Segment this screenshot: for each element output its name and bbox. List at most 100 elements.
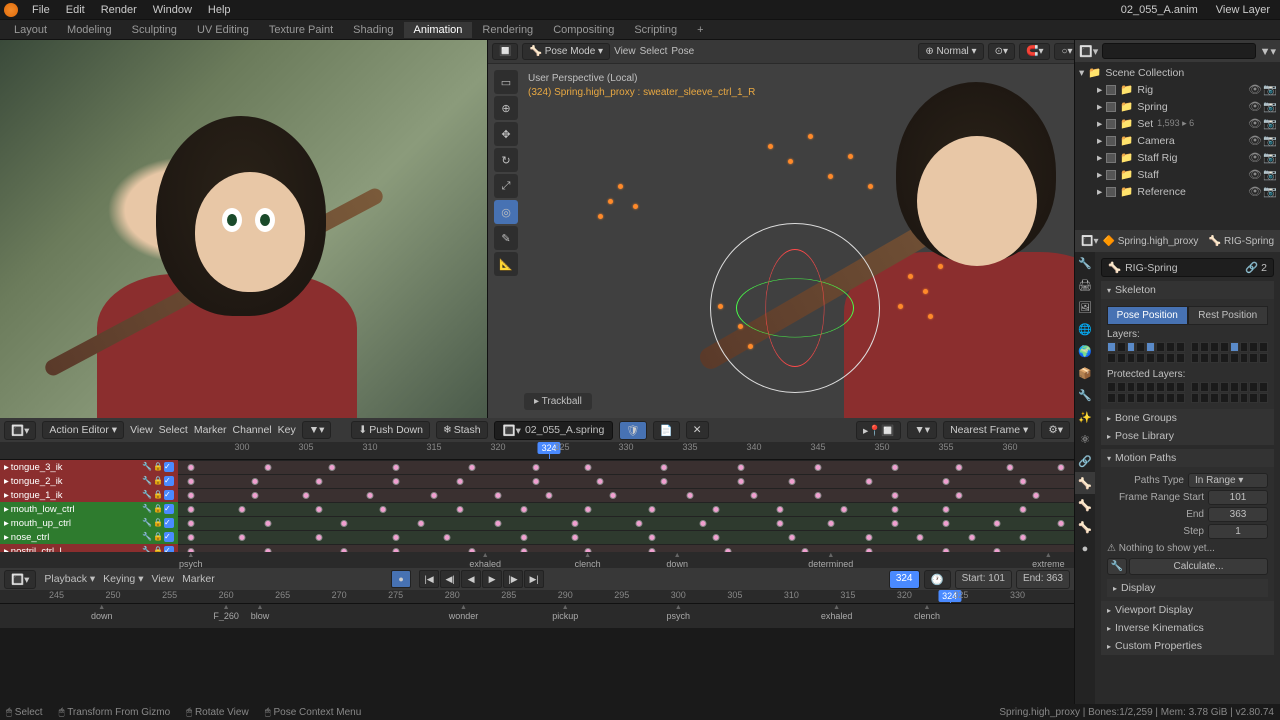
editor-type-icon[interactable]: 🔲 (492, 43, 518, 60)
panel-custom-properties[interactable]: Custom Properties (1101, 637, 1274, 655)
channel-nose_ctrl[interactable]: ▸nose_ctrl🔧🔒✓ (0, 530, 1074, 544)
channel-nostril_ctrl_L[interactable]: ▸nostril_ctrl_L🔧🔒✓ (0, 544, 1074, 552)
viewport-menu-pose[interactable]: Pose (671, 46, 694, 57)
visibility-icon[interactable]: 👁 (1248, 117, 1261, 130)
prop-tab-output-icon[interactable]: 🖨 (1075, 274, 1095, 296)
mode-selector[interactable]: 🦴 Pose Mode ▾ (522, 43, 610, 60)
timeline-marker-exhaled[interactable]: exhaled (821, 605, 853, 621)
tab-scripting[interactable]: Scripting (624, 22, 687, 38)
render-icon[interactable]: 📷 (1263, 100, 1276, 113)
keyframe-next-button[interactable]: |▶ (503, 570, 523, 588)
transform-orientation[interactable]: ⊕ Normal ▾ (918, 43, 983, 60)
visibility-icon[interactable]: 👁 (1248, 185, 1261, 198)
frame-range-start-field[interactable]: 101 (1208, 490, 1268, 505)
tab-modeling[interactable]: Modeling (57, 22, 122, 38)
dopesheet-frame-ruler[interactable]: 324 300305310315320325330335340345350355… (0, 442, 1074, 460)
action-filter-icon[interactable]: ▼▾ (302, 421, 332, 439)
jump-end-button[interactable]: ▶| (524, 570, 544, 588)
menu-window[interactable]: Window (145, 2, 200, 18)
playback-menu-keying[interactable]: Keying ▾ (103, 573, 143, 585)
prop-tab-modifiers-icon[interactable]: 🔧 (1075, 384, 1095, 406)
outliner-item-reference[interactable]: ▸📁Reference👁📷 (1075, 183, 1280, 200)
properties-data-breadcrumb[interactable]: 🦴 RIG-Spring (1209, 236, 1274, 247)
visibility-icon[interactable]: 👁 (1248, 151, 1261, 164)
panel-skeleton[interactable]: Skeleton (1101, 281, 1274, 299)
timeline-marker-pickup[interactable]: pickup (552, 605, 578, 621)
tool-measure-icon[interactable]: 📐 (494, 252, 518, 276)
timeline-marker-F_260[interactable]: F_260 (213, 605, 239, 621)
tool-rotate-icon[interactable]: ↻ (494, 148, 518, 172)
stash-button[interactable]: ❄ Stash (436, 421, 488, 439)
timeline-marker-blow[interactable]: blow (251, 605, 270, 621)
tab-texture-paint[interactable]: Texture Paint (259, 22, 343, 38)
tool-annotate-icon[interactable]: ✎ (494, 226, 518, 250)
outliner-item-rig[interactable]: ▸📁Rig👁📷 (1075, 81, 1280, 98)
marker-psych[interactable]: psych (179, 553, 203, 569)
action-menu-marker[interactable]: Marker (194, 424, 227, 436)
prop-tab-armature-icon[interactable]: 🦴 (1075, 472, 1095, 494)
marker-down[interactable]: down (666, 553, 688, 569)
frame-step-field[interactable]: 1 (1208, 524, 1268, 539)
tool-select-box-icon[interactable]: ▭ (494, 70, 518, 94)
keyframe-prev-button[interactable]: ◀| (440, 570, 460, 588)
outliner-search-input[interactable] (1102, 43, 1255, 59)
tab-rendering[interactable]: Rendering (472, 22, 543, 38)
render-icon[interactable]: 📷 (1263, 134, 1276, 147)
marker-extreme[interactable]: extreme (1032, 553, 1065, 569)
action-menu-channel[interactable]: Channel (233, 424, 272, 436)
new-action-icon[interactable]: 📄 (653, 421, 680, 440)
prop-tab-physics-icon[interactable]: ⚛ (1075, 428, 1095, 450)
outliner-item-spring[interactable]: ▸📁Spring👁📷 (1075, 98, 1280, 115)
tool-move-icon[interactable]: ✥ (494, 122, 518, 146)
timeline-panel[interactable]: 324 245250255260265270275280285290295300… (0, 590, 1074, 628)
panel-motion-paths-display[interactable]: Display (1107, 579, 1268, 597)
menu-edit[interactable]: Edit (58, 2, 93, 18)
tab-layout[interactable]: Layout (4, 22, 57, 38)
render-icon[interactable]: 📷 (1263, 151, 1276, 164)
outliner-item-staff-rig[interactable]: ▸📁Staff Rig👁📷 (1075, 149, 1280, 166)
visibility-icon[interactable]: 👁 (1248, 134, 1261, 147)
channel-mouth_low_ctrl[interactable]: ▸mouth_low_ctrl🔧🔒✓ (0, 502, 1074, 516)
marker-exhaled[interactable]: exhaled (469, 553, 501, 569)
outliner-display-mode-icon[interactable]: 🔳▾ (1079, 45, 1098, 58)
marker-determined[interactable]: determined (808, 553, 853, 569)
prop-tab-viewlayer-icon[interactable]: 🖼 (1075, 296, 1095, 318)
panel-inverse-kinematics[interactable]: Inverse Kinematics (1101, 619, 1274, 637)
outliner-scene-collection[interactable]: ▾📁Scene Collection (1075, 64, 1280, 81)
tab-sculpting[interactable]: Sculpting (122, 22, 187, 38)
protected-layers-group1[interactable] (1107, 382, 1185, 403)
channel-tongue_1_ik[interactable]: ▸tongue_1_ik🔧🔒✓ (0, 488, 1074, 502)
outliner-filter-icon[interactable]: ▼▾ (1260, 45, 1276, 58)
tool-cursor-icon[interactable]: ⊕ (494, 96, 518, 120)
timeline-marker-down[interactable]: down (91, 605, 113, 621)
frame-end-field[interactable]: End: 363 (1016, 570, 1070, 589)
prop-tab-particles-icon[interactable]: ✨ (1075, 406, 1095, 428)
playback-menu-marker[interactable]: Marker (182, 573, 215, 585)
properties-pin-icon[interactable]: 🔳▾ (1081, 236, 1098, 247)
pose-position-button[interactable]: Pose Position (1107, 306, 1188, 325)
timeline-editor-type-icon[interactable]: 🔳▾ (4, 570, 36, 589)
render-icon[interactable]: 📷 (1263, 168, 1276, 181)
action-editor-type-icon[interactable]: 🔳▾ (4, 421, 36, 440)
tab-compositing[interactable]: Compositing (543, 22, 624, 38)
action-menu-key[interactable]: Key (278, 424, 296, 436)
armature-layers-group2[interactable] (1191, 342, 1269, 363)
armature-data-field[interactable]: 🦴 RIG-Spring🔗 2 (1101, 258, 1274, 277)
viewport-menu-select[interactable]: Select (640, 46, 668, 57)
timeline-marker-clench[interactable]: clench (914, 605, 940, 621)
prop-tab-scene-icon[interactable]: 🌐 (1075, 318, 1095, 340)
prop-tab-material-icon[interactable]: ● (1075, 538, 1095, 560)
playback-menu-playback[interactable]: Playback ▾ (44, 573, 95, 585)
panel-viewport-display[interactable]: Viewport Display (1101, 601, 1274, 619)
tab-uv-editing[interactable]: UV Editing (187, 22, 259, 38)
calculate-icon-button[interactable]: 🔧 (1107, 558, 1127, 575)
dopesheet-channels[interactable]: ▸tongue_3_ik🔧🔒✓▸tongue_2_ik🔧🔒✓▸tongue_1_… (0, 460, 1074, 552)
panel-pose-library[interactable]: Pose Library (1101, 427, 1274, 445)
render-icon[interactable]: 📷 (1263, 83, 1276, 96)
timeline-marker-wonder[interactable]: wonder (449, 605, 479, 621)
channel-tongue_3_ik[interactable]: ▸tongue_3_ik🔧🔒✓ (0, 460, 1074, 474)
prop-tab-constraints-icon[interactable]: 🔗 (1075, 450, 1095, 472)
view-layer-selector[interactable]: View Layer (1210, 2, 1276, 18)
unlink-action-icon[interactable]: ✕ (686, 421, 709, 439)
prop-tab-render-icon[interactable]: 🔧 (1075, 252, 1095, 274)
